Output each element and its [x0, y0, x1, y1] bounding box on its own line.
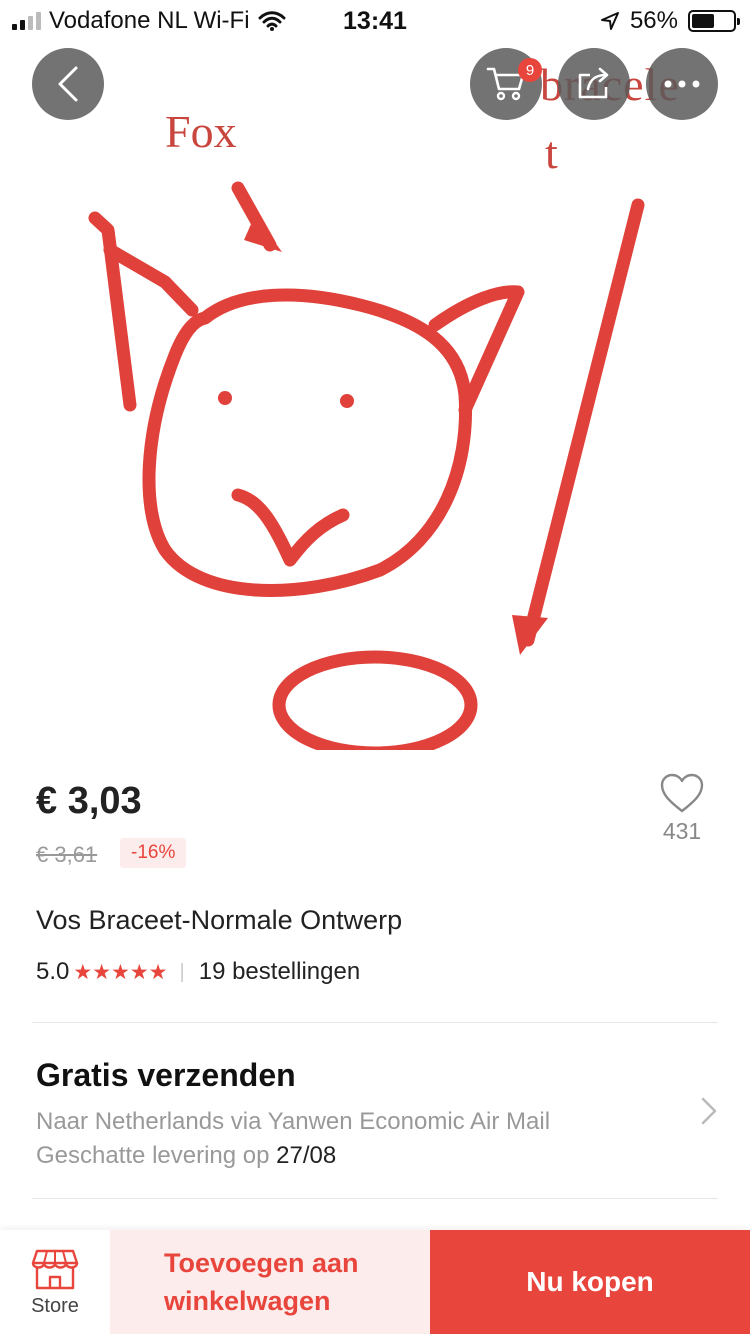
- shipping-route: Naar Netherlands via Yanwen Economic Air…: [36, 1108, 551, 1135]
- fox-bracelet-drawing: [88, 181, 645, 750]
- delivery-prefix: Geschatte levering op: [36, 1142, 270, 1169]
- store-icon: [31, 1249, 79, 1289]
- store-button[interactable]: Store: [0, 1230, 110, 1334]
- fox-label: Fox: [165, 106, 237, 157]
- product-title: Vos Braceet-Normale Ontwerp: [36, 905, 403, 935]
- heart-icon: [660, 773, 704, 813]
- delivery-date: 27/08: [276, 1142, 337, 1169]
- product-image[interactable]: Fox bracele t: [0, 0, 750, 750]
- rating-value: 5.0: [36, 958, 70, 985]
- cart-button[interactable]: 9: [470, 48, 542, 120]
- shipping-title: Gratis verzenden: [36, 1057, 296, 1093]
- wishlist-button[interactable]: 431: [650, 772, 714, 845]
- status-bar: Vodafone NL Wi-Fi 13:41 56%: [0, 0, 750, 42]
- current-price: € 3,03: [36, 780, 142, 822]
- back-button[interactable]: [32, 48, 104, 120]
- add-to-cart-label-line1: Toevoegen aan: [164, 1248, 359, 1278]
- battery-fill: [692, 14, 715, 28]
- add-to-cart-label-line2: winkelwagen: [164, 1286, 331, 1316]
- bottom-action-bar: Store Toevoegen aan winkelwagen Nu kopen: [0, 1230, 750, 1334]
- more-icon: [664, 80, 700, 88]
- battery-percent: 56%: [629, 7, 678, 34]
- status-right: 56%: [600, 7, 740, 35]
- rating-stars: ★★★★★: [73, 960, 168, 984]
- chevron-right-icon: [701, 1097, 717, 1125]
- battery-icon: [688, 10, 740, 32]
- discount-badge: -16%: [120, 838, 187, 868]
- bracelet-label-continued: t: [545, 127, 558, 178]
- delivery-estimate: Geschatte levering op 27/08: [36, 1142, 336, 1170]
- share-icon: [578, 67, 609, 99]
- add-to-cart-button[interactable]: Toevoegen aan winkelwagen: [110, 1230, 430, 1334]
- more-options-button[interactable]: [646, 48, 718, 120]
- rating-row[interactable]: 5.0 ★★★★★ | 19 bestellingen: [36, 958, 360, 986]
- divider: [32, 1198, 718, 1199]
- location-arrow-icon: [600, 12, 619, 30]
- chevron-left-icon: [58, 66, 78, 102]
- share-button[interactable]: [558, 48, 630, 120]
- rating-separator: |: [179, 960, 185, 983]
- original-price: € 3,61: [36, 842, 98, 867]
- add-to-cart-label: Toevoegen aan winkelwagen: [164, 1244, 359, 1320]
- wishlist-count: 431: [662, 818, 702, 844]
- store-label: Store: [31, 1294, 79, 1317]
- cart-count-badge: 9: [518, 58, 542, 82]
- divider: [32, 1022, 718, 1023]
- orders-count: 19 bestellingen: [198, 958, 361, 985]
- buy-now-button[interactable]: Nu kopen: [430, 1230, 750, 1334]
